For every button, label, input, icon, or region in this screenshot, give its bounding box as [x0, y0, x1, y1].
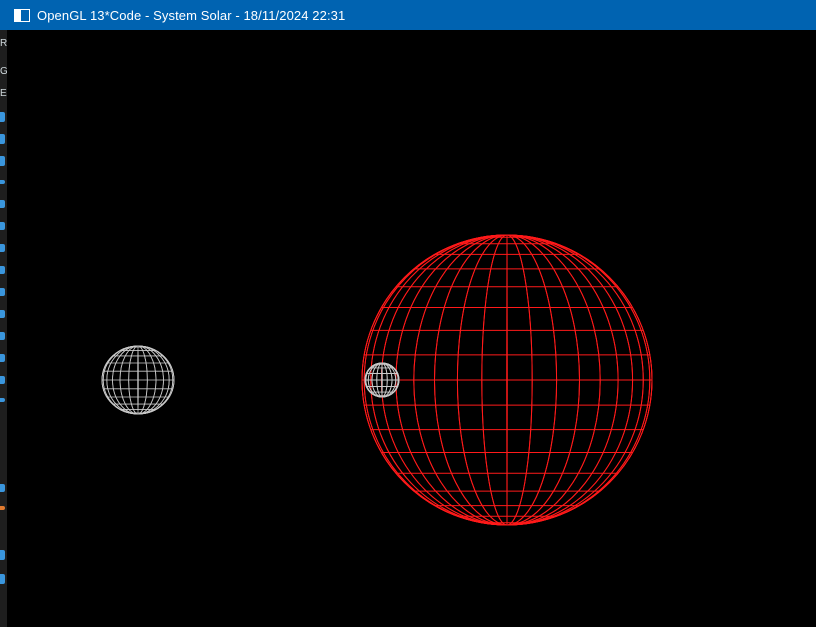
strip-item — [0, 288, 5, 296]
strip-item — [0, 332, 5, 340]
strip-item — [0, 354, 5, 362]
strip-item — [0, 244, 5, 252]
strip-item — [0, 112, 5, 122]
longitude-line — [506, 234, 508, 526]
window-title: OpenGL 13*Code - System Solar - 18/11/20… — [37, 7, 346, 23]
strip-item — [0, 222, 5, 230]
strip-item — [0, 156, 5, 166]
strip-item — [0, 398, 5, 402]
longitude-line — [137, 345, 139, 415]
scene-canvas — [101, 234, 653, 526]
strip-item — [0, 484, 5, 492]
opengl-viewport[interactable] — [7, 30, 816, 627]
strip-item — [0, 266, 5, 274]
strip-letter-1: R — [0, 38, 7, 49]
moon-wireframe-sphere — [364, 362, 400, 398]
strip-item — [0, 376, 5, 384]
strip-item — [0, 180, 5, 184]
strip-item — [0, 134, 5, 144]
strip-item — [0, 506, 5, 510]
strip-item — [0, 574, 5, 584]
longitude-line — [381, 362, 383, 398]
strip-item — [0, 550, 5, 560]
strip-letter-2: G — [0, 66, 7, 77]
strip-item — [0, 310, 5, 318]
title-bar[interactable]: OpenGL 13*Code - System Solar - 18/11/20… — [0, 0, 816, 30]
planet-wireframe-sphere — [101, 345, 175, 415]
background-window-strip: R G E — [0, 30, 7, 627]
strip-letter-3: E — [0, 88, 7, 99]
sun-wireframe-sphere — [361, 234, 653, 526]
window-icon[interactable] — [14, 8, 30, 22]
strip-item — [0, 200, 5, 208]
